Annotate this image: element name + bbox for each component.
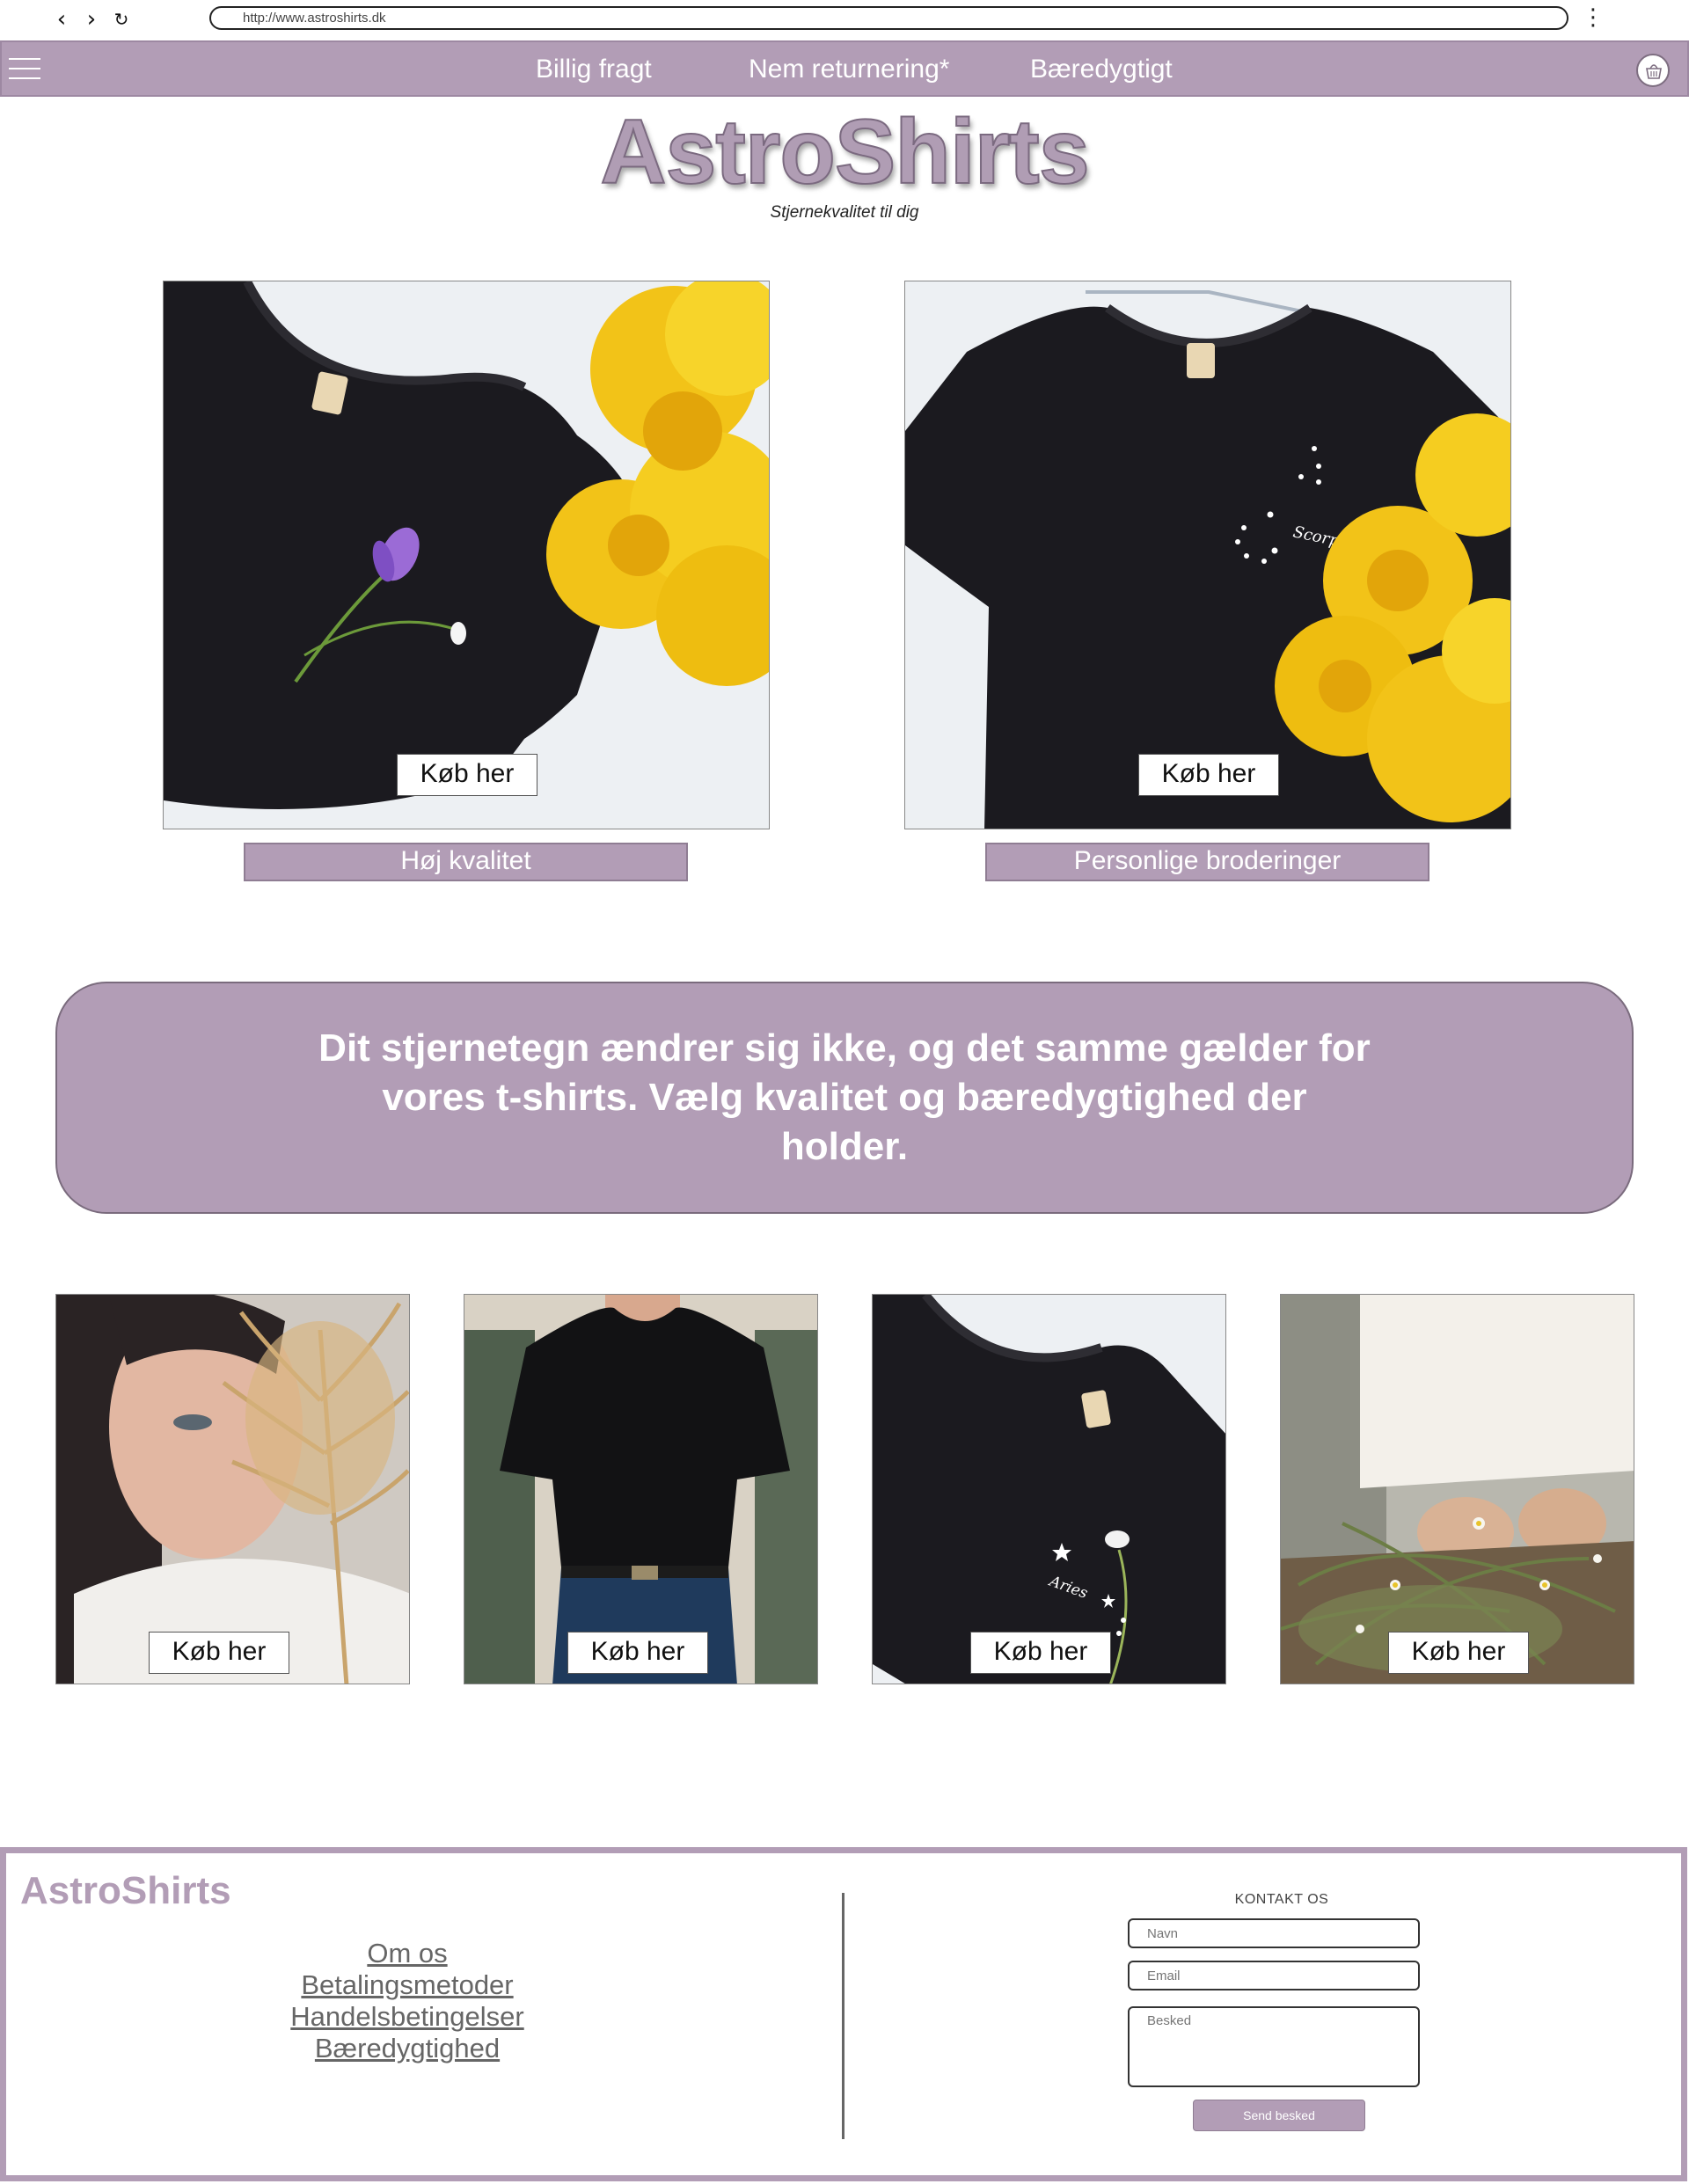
- gallery-photo-hands-arranging-flowers: Køb her: [1280, 1294, 1634, 1684]
- gallery-photo-hands-arranging-flowers-image: [1281, 1295, 1634, 1684]
- gallery-buy-button-1[interactable]: Køb her: [149, 1632, 289, 1674]
- contact-message-field[interactable]: [1128, 2006, 1420, 2087]
- site-tagline: Stjernekvalitet til dig: [770, 203, 919, 222]
- promo-banner-text: Dit stjernetegn ændrer sig ikke, og det …: [318, 1026, 1371, 1168]
- back-arrow-icon[interactable]: ‹: [49, 7, 74, 32]
- featured-photo-shirt-with-crocus: Køb her: [163, 281, 770, 829]
- contact-email-field[interactable]: [1128, 1961, 1420, 1990]
- gallery-buy-button-4[interactable]: Køb her: [1388, 1632, 1529, 1674]
- featured-caption-2: Personlige broderinger: [985, 843, 1429, 881]
- gallery-buy-button-2[interactable]: Køb her: [567, 1632, 708, 1674]
- footer-links: Om os Betalingsmetoder Handelsbetingelse…: [231, 1938, 583, 2064]
- footer-link-handelsbetingelser[interactable]: Handelsbetingelser: [231, 2001, 583, 2033]
- send-message-button[interactable]: Send besked: [1193, 2100, 1365, 2131]
- address-bar-url: http://www.astroshirts.dk: [243, 11, 386, 26]
- gallery-photo-woman-with-grass-image: [56, 1295, 409, 1684]
- contact-form-title: KONTAKT OS: [1234, 1892, 1329, 1907]
- forward-arrow-icon[interactable]: ›: [79, 7, 104, 32]
- promo-banner: Dit stjernetegn ændrer sig ikke, og det …: [55, 982, 1634, 1214]
- shopping-basket-icon[interactable]: [1636, 54, 1670, 87]
- featured-photo-shirt-scorpio-image: Scorpio: [905, 281, 1510, 829]
- featured-photo-shirt-scorpio: Scorpio Køb her: [904, 281, 1511, 829]
- browser-menu-icon[interactable]: ⋮: [1582, 5, 1605, 30]
- address-bar[interactable]: http://www.astroshirts.dk: [209, 6, 1568, 30]
- footer-logo[interactable]: AstroShirts: [20, 1869, 231, 1913]
- gallery-photo-shirt-aries-image: Aries: [873, 1295, 1225, 1684]
- footer-divider: [842, 1893, 844, 2139]
- featured-buy-button-1[interactable]: Køb her: [397, 754, 537, 796]
- gallery-photo-woman-with-grass: Køb her: [55, 1294, 410, 1684]
- nav-link-billig-fragt[interactable]: Billig fragt: [536, 55, 652, 84]
- gallery-photo-woman-in-black-tee: Køb her: [464, 1294, 818, 1684]
- featured-caption-1: Høj kvalitet: [244, 843, 688, 881]
- browser-chrome: ‹ › ↻ http://www.astroshirts.dk ⋮: [0, 0, 1689, 40]
- footer-link-betalingsmetoder[interactable]: Betalingsmetoder: [231, 1969, 583, 2001]
- gallery-photo-shirt-aries: Aries Køb her: [872, 1294, 1226, 1684]
- gallery-photo-woman-in-black-tee-image: [464, 1295, 817, 1684]
- reload-icon[interactable]: ↻: [109, 7, 134, 32]
- site-footer: AstroShirts Om os Betalingsmetoder Hande…: [0, 1847, 1687, 2181]
- site-top-bar: Billig fragt Nem returnering* Bæredygtig…: [0, 40, 1689, 97]
- footer-link-baeredygtighed[interactable]: Bæredygtighed: [231, 2033, 583, 2064]
- contact-name-field[interactable]: [1128, 1918, 1420, 1948]
- featured-photo-shirt-with-crocus-image: [164, 281, 769, 829]
- featured-buy-button-2[interactable]: Køb her: [1138, 754, 1279, 796]
- nav-link-baeredygtigt[interactable]: Bæredygtigt: [1030, 55, 1173, 84]
- site-logo[interactable]: AstroShirts: [0, 103, 1689, 201]
- nav-link-nem-returnering[interactable]: Nem returnering*: [749, 55, 949, 84]
- footer-link-om-os[interactable]: Om os: [231, 1938, 583, 1969]
- gallery-buy-button-3[interactable]: Køb her: [970, 1632, 1111, 1674]
